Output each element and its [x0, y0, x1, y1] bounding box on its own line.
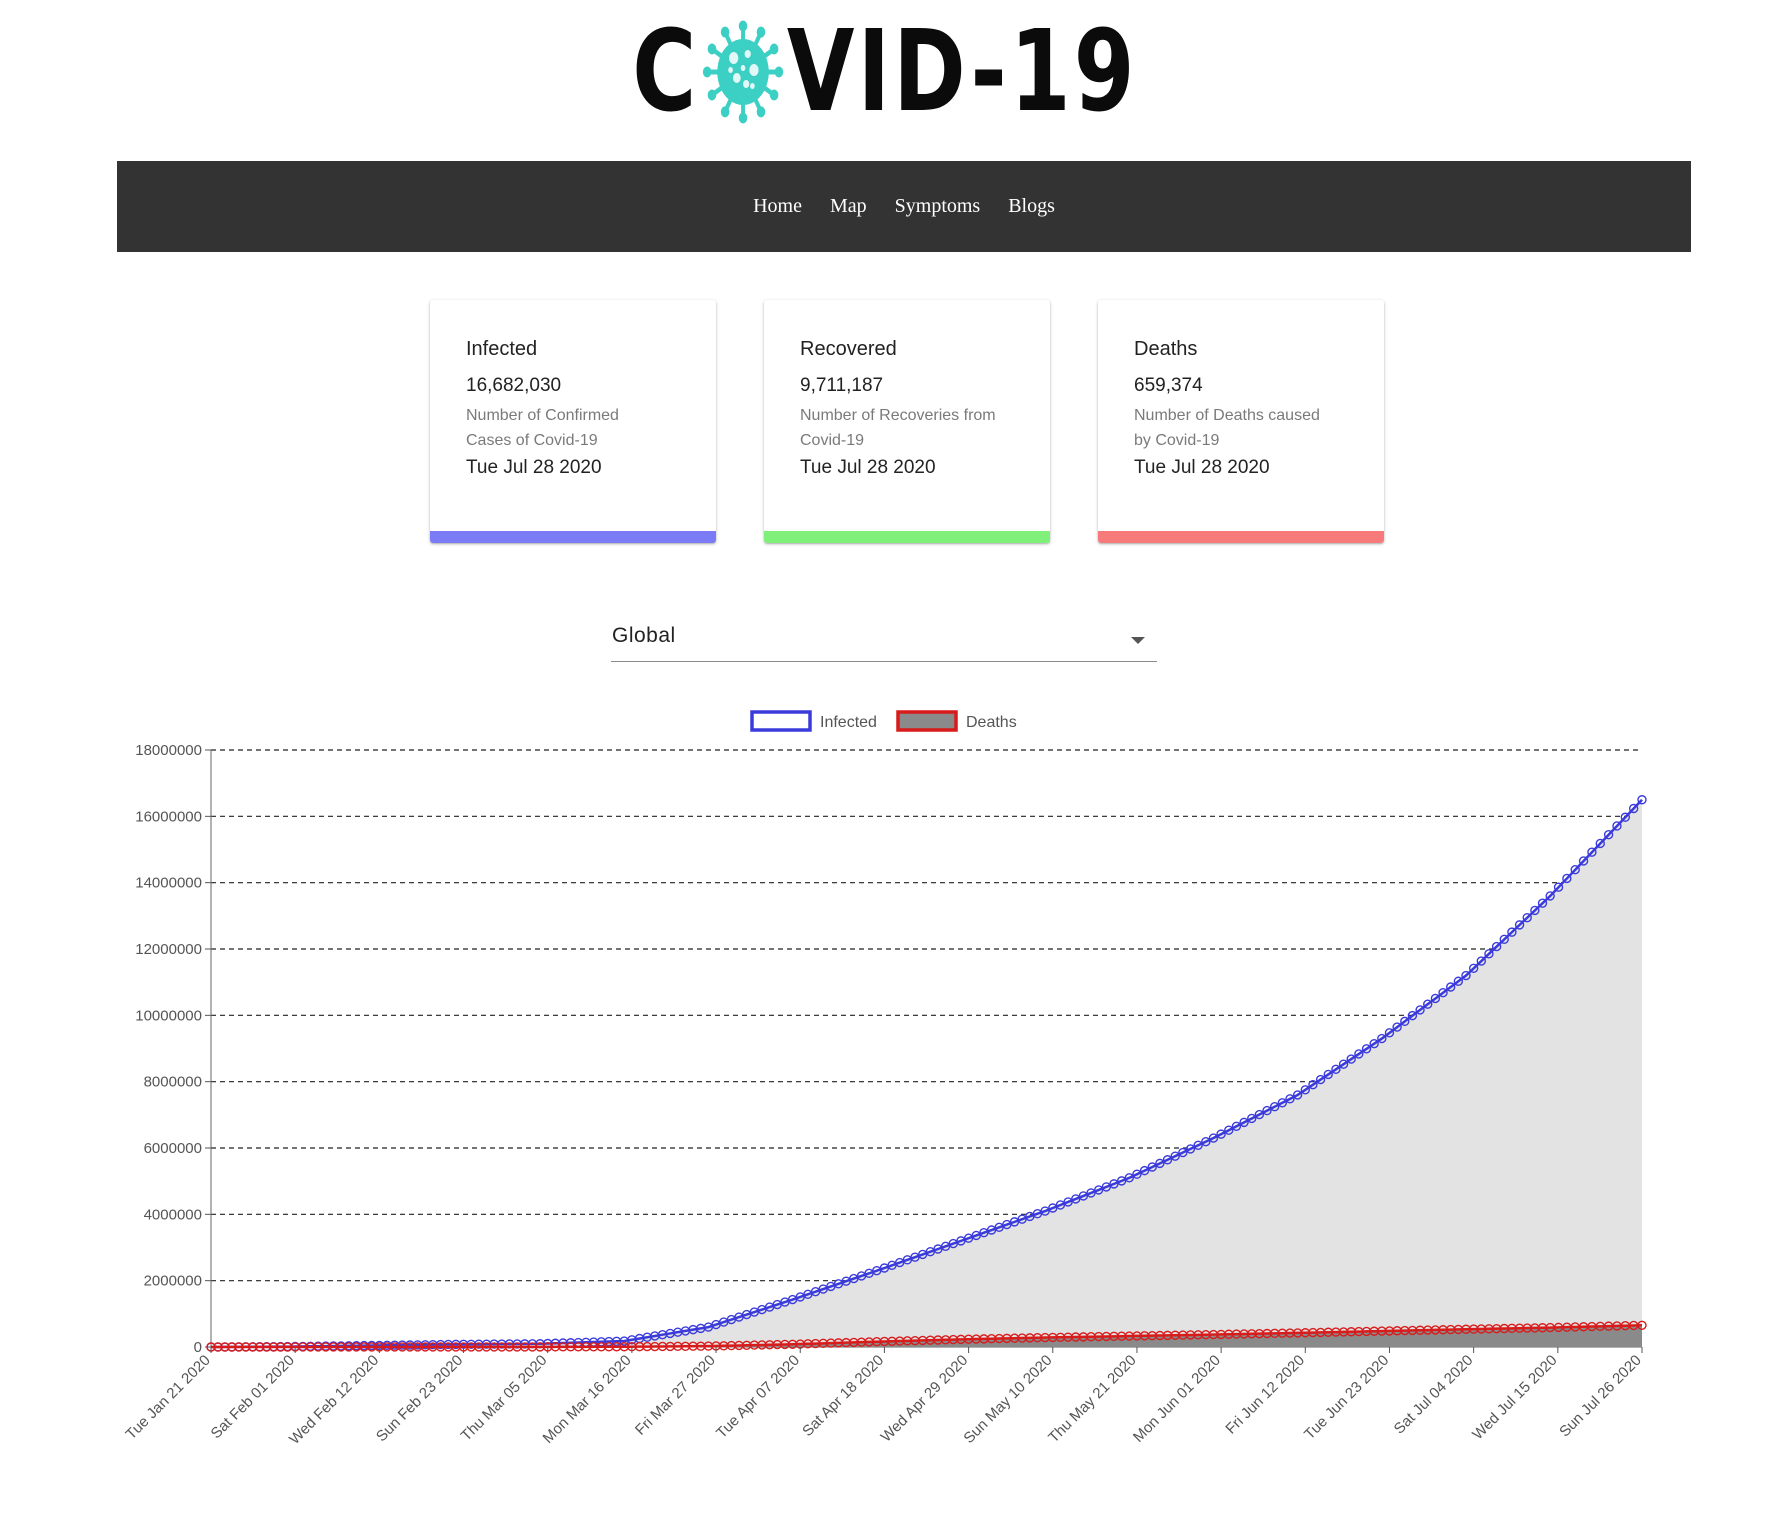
x-tick-label: Mon Jun 01 2020: [1130, 1352, 1224, 1446]
deaths-card: Deaths 659,374 Number of Deaths caused b…: [1098, 300, 1384, 543]
virus-icon: [702, 20, 783, 123]
y-tick-label: 14000000: [135, 875, 202, 892]
x-tick-label: Sat Feb 01 2020: [208, 1352, 298, 1442]
infected-card: Infected 16,682,030 Number of Confirmed …: [430, 300, 716, 543]
y-tick-label: 6000000: [144, 1140, 202, 1157]
card-date: Tue Jul 28 2020: [466, 457, 602, 478]
nav-blogs[interactable]: Blogs: [1008, 195, 1055, 218]
card-value: 659,374: [1134, 375, 1203, 396]
x-tick-label: Thu May 21 2020: [1045, 1352, 1140, 1447]
x-tick-label: Thu Mar 05 2020: [458, 1352, 551, 1445]
logo-text-left: C: [631, 6, 700, 137]
x-tick-label: Mon Mar 16 2020: [540, 1352, 635, 1447]
country-select[interactable]: Global: [611, 620, 1157, 662]
main-navbar: Home Map Symptoms Blogs: [117, 161, 1691, 252]
nav-map[interactable]: Map: [830, 195, 867, 218]
y-tick-label: 8000000: [144, 1074, 202, 1091]
card-value: 16,682,030: [466, 375, 562, 396]
legend-label: Infected: [820, 714, 877, 731]
x-tick-label: Wed Feb 12 2020: [286, 1352, 382, 1448]
y-tick-label: 12000000: [135, 941, 202, 958]
y-tick-label: 2000000: [144, 1273, 202, 1290]
card-description: Number of Deaths caused by Covid-19: [1134, 407, 1320, 449]
recovered-card: Recovered 9,711,187 Number of Recoveries…: [764, 300, 1050, 543]
card-value: 9,711,187: [800, 375, 884, 396]
dropdown-arrow-icon: [1131, 637, 1145, 644]
card-accent-bar: [430, 531, 716, 543]
x-tick-label: Tue Jan 21 2020: [123, 1352, 214, 1443]
x-tick-label: Sat Jul 04 2020: [1391, 1352, 1477, 1438]
y-tick-label: 16000000: [135, 808, 202, 825]
cases-chart: 0 2000000 4000000 6000000 8000000 10000000 120…: [0, 700, 1769, 1500]
stats-cards: Infected 16,682,030 Number of Confirmed …: [0, 300, 1769, 545]
infected-area: [211, 799, 1642, 1347]
card-title: Deaths: [1134, 338, 1198, 360]
nav-symptoms[interactable]: Symptoms: [895, 195, 981, 218]
nav-home[interactable]: Home: [753, 195, 802, 218]
country-select-value: Global: [612, 624, 676, 647]
x-tick-label: Tue Jun 23 2020: [1301, 1352, 1392, 1443]
legend-label: Deaths: [966, 714, 1017, 731]
cases-chart-svg: 0200000040000006000000800000010000000120…: [123, 710, 1647, 1448]
legend-swatch: [750, 710, 812, 732]
y-tick-label: 10000000: [135, 1007, 202, 1024]
x-tick-label: Sun May 10 2020: [960, 1352, 1055, 1447]
x-tick-label: Sun Feb 23 2020: [373, 1352, 466, 1445]
x-tick-label: Fri Mar 27 2020: [632, 1352, 719, 1439]
card-description: Number of Confirmed Cases of Covid-19: [466, 407, 619, 449]
x-tick-label: Sun Jul 26 2020: [1556, 1352, 1645, 1441]
y-tick-label: 18000000: [135, 742, 202, 759]
card-title: Recovered: [800, 338, 897, 360]
card-accent-bar: [764, 531, 1050, 543]
x-tick-label: Fri Jun 12 2020: [1222, 1352, 1308, 1438]
card-title: Infected: [466, 338, 538, 360]
x-tick-label: Tue Apr 07 2020: [713, 1352, 803, 1442]
card-date: Tue Jul 28 2020: [800, 457, 936, 478]
card-date: Tue Jul 28 2020: [1134, 457, 1270, 478]
x-tick-label: Wed Jul 15 2020: [1469, 1352, 1560, 1443]
card-accent-bar: [1098, 531, 1384, 543]
x-tick-label: Wed Apr 29 2020: [878, 1352, 972, 1446]
legend-swatch: [896, 710, 958, 732]
card-description: Number of Recoveries from Covid-19: [800, 407, 996, 449]
site-logo: C VID-19: [0, 14, 1769, 129]
logo-text-right: VID-19: [786, 6, 1138, 137]
x-tick-label: Sat Apr 18 2020: [799, 1352, 887, 1440]
y-tick-label: 4000000: [144, 1206, 202, 1223]
